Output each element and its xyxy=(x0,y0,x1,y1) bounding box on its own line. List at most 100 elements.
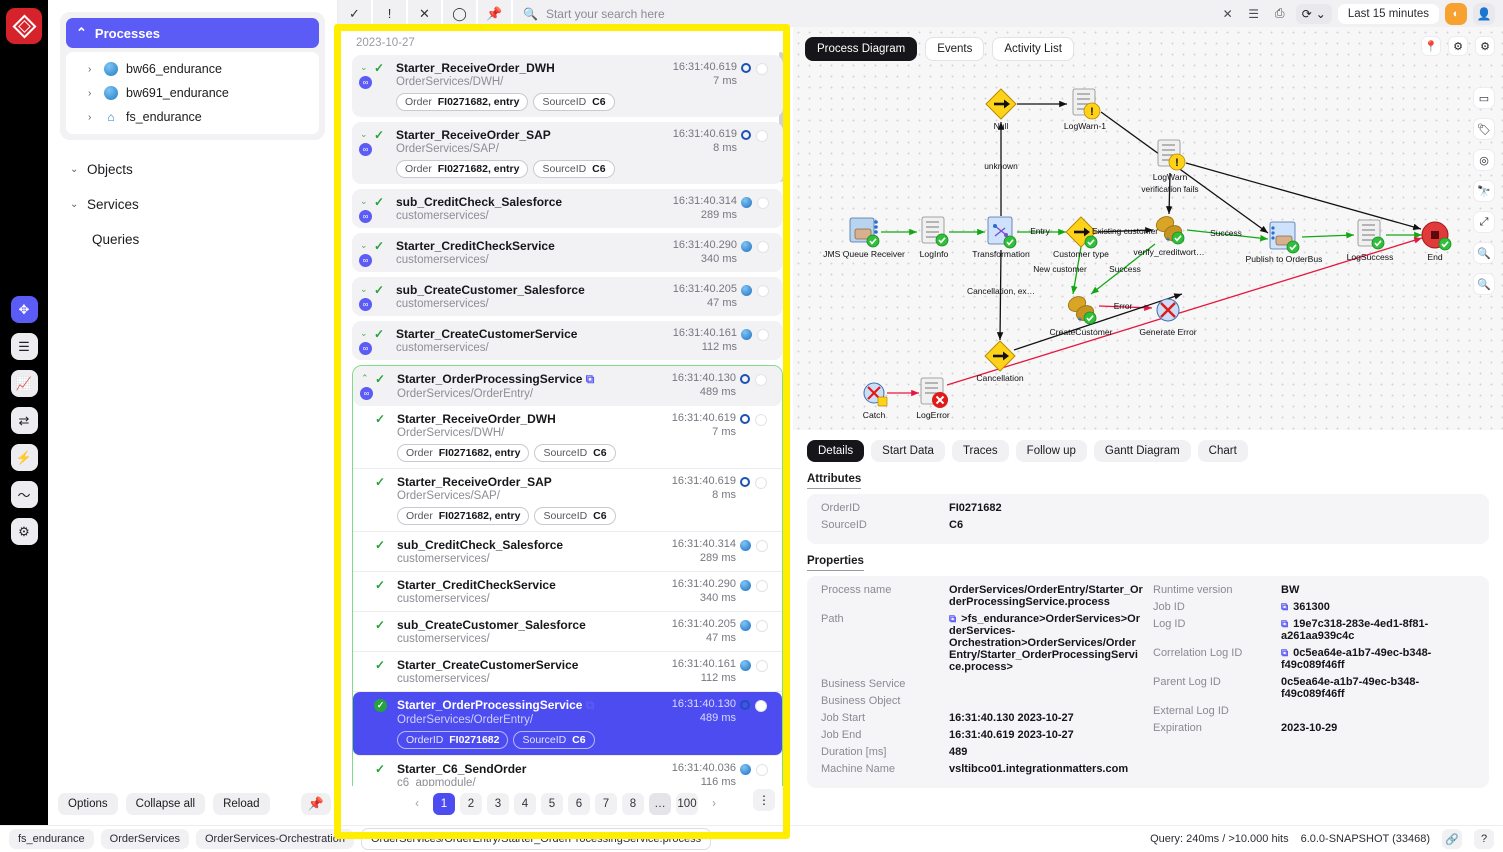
status-dot-blue[interactable] xyxy=(740,700,750,710)
sidebar-item-fs_endurance[interactable]: › ⌂ fs_endurance xyxy=(66,105,319,129)
tab-details[interactable]: Details xyxy=(807,440,865,462)
time-range-selector[interactable]: Last 15 minutes xyxy=(1337,3,1439,24)
chevron-down-icon[interactable]: ⌄ xyxy=(360,196,368,207)
chevron-up-icon[interactable]: ⌃ xyxy=(361,373,369,384)
breadcrumb-current[interactable]: OrderServices/OrderEntry/Starter_OrderPr… xyxy=(360,828,712,850)
event-title[interactable]: Starter_OrderProcessingService ⧉ xyxy=(397,372,672,387)
status-dot-bw[interactable] xyxy=(740,580,751,591)
status-dot-white[interactable] xyxy=(755,477,767,489)
diagram-tab-events[interactable]: Events xyxy=(925,37,985,61)
export-icon[interactable]: ⎙ xyxy=(1270,4,1290,24)
group-header[interactable]: ⌃ ∞ ✓ Starter_OrderProcessingService ⧉ Order… xyxy=(353,366,782,406)
sidebar-item-bw66_endurance[interactable]: › bw66_endurance xyxy=(66,57,319,81)
help-icon[interactable]: ? xyxy=(1474,829,1494,849)
warning-filter-icon[interactable]: ! xyxy=(373,0,408,27)
status-dot-white[interactable] xyxy=(755,700,767,712)
link-icon[interactable]: ∞ xyxy=(359,143,372,156)
event-title[interactable]: Starter_CreateCustomerService xyxy=(396,327,673,341)
event-title[interactable]: Starter_ReceiveOrder_SAP xyxy=(396,128,673,142)
chevron-down-icon[interactable]: ⌄ xyxy=(360,284,368,295)
diagram-node-null[interactable]: Null xyxy=(994,121,1009,131)
link-icon[interactable]: ∞ xyxy=(359,342,372,355)
status-dot-bw[interactable] xyxy=(741,197,752,208)
diagram-node-loginfo[interactable]: LogInfo xyxy=(920,249,949,259)
panel-icon[interactable]: ▭ xyxy=(1473,87,1495,109)
search-input[interactable] xyxy=(545,6,783,21)
list-item[interactable]: ⌄ ∞ ✓ Starter_CreditCheckService customerser… xyxy=(352,233,783,272)
rail-health-icon[interactable]: 〜 xyxy=(10,481,38,508)
clear-icon[interactable]: ✕ xyxy=(1218,4,1238,24)
status-dot-white[interactable] xyxy=(757,329,769,341)
pagination-page-8[interactable]: 8 xyxy=(622,793,644,815)
diagram-node-logwarn[interactable]: LogWarn xyxy=(1153,172,1188,182)
diagram-node-publish[interactable]: Publish to OrderBus xyxy=(1246,254,1323,264)
status-dot-white[interactable] xyxy=(756,130,768,142)
link-icon[interactable]: ∞ xyxy=(359,210,372,223)
link-icon[interactable]: ∞ xyxy=(359,254,372,267)
zoom-in-icon[interactable]: 🔍 xyxy=(1473,242,1495,264)
event-title[interactable]: Starter_ReceiveOrder_SAP xyxy=(397,475,672,489)
diagram-node-cancellation[interactable]: Cancellation xyxy=(976,373,1023,383)
target-icon[interactable]: ◎ xyxy=(1473,149,1495,171)
rail-events-icon[interactable]: ⚡ xyxy=(10,444,38,471)
diagram-node-logerror[interactable]: LogError xyxy=(916,410,949,420)
status-dot-white[interactable] xyxy=(756,63,768,75)
tag[interactable]: Order FI0271682, entry xyxy=(396,160,529,178)
alert-badge[interactable]: ◐ xyxy=(1445,2,1467,25)
unpin-icon[interactable]: 📌 xyxy=(300,793,331,815)
chevron-down-icon[interactable]: ⌄ xyxy=(360,62,368,73)
status-dot-bw[interactable] xyxy=(741,285,752,296)
tag-icon[interactable]: 🏷 xyxy=(1473,118,1495,140)
tab-chart[interactable]: Chart xyxy=(1197,440,1248,462)
list-view-icon[interactable]: ☰ xyxy=(1244,4,1264,24)
list-item[interactable]: ⌄ ∞ ✓ sub_CreditCheck_Salesforce customerser… xyxy=(352,189,783,228)
pagination-page-3[interactable]: 3 xyxy=(487,793,509,815)
list-item[interactable]: ✓ Starter_CreateCustomerService customerse… xyxy=(353,652,782,692)
rail-list-icon[interactable]: ☰ xyxy=(10,333,38,360)
sidebar-item-queries[interactable]: Queries xyxy=(48,222,337,257)
rail-analytics-icon[interactable]: 📈 xyxy=(10,370,38,397)
pagination-page-100[interactable]: 100 xyxy=(676,793,698,815)
sidebar-section-objects[interactable]: ⌄ Objects xyxy=(48,152,337,187)
tag[interactable]: Order FI0271682, entry xyxy=(397,507,530,525)
pagination-page-1[interactable]: 1 xyxy=(433,793,455,815)
list-item-selected[interactable]: ✓ Starter_OrderProcessingService ⧉ OrderSe… xyxy=(353,692,782,756)
rail-settings-icon[interactable]: ⚙ xyxy=(10,518,38,545)
tag[interactable]: Order FI0271682, entry xyxy=(397,444,530,462)
diagram-node-catch[interactable]: Catch xyxy=(863,410,885,420)
event-title[interactable]: Starter_ReceiveOrder_DWH xyxy=(397,412,672,426)
list-item[interactable]: ✓ Starter_ReceiveOrder_SAP OrderServices/S… xyxy=(353,469,782,532)
diagram-node-jms[interactable]: JMS Queue Receiver xyxy=(823,249,905,259)
event-title[interactable]: Starter_CreditCheckService xyxy=(397,578,672,592)
pagination-kebab-icon[interactable]: ⋮ xyxy=(753,789,775,811)
status-dot-blue[interactable] xyxy=(741,130,751,140)
event-title[interactable]: sub_CreditCheck_Salesforce xyxy=(397,538,672,552)
list-item[interactable]: ⌄ ∞ ✓ sub_CreateCustomer_Salesforce customer… xyxy=(352,277,783,316)
chevron-down-icon[interactable]: ⌄ xyxy=(360,129,368,140)
sidebar-item-bw691_endurance[interactable]: › bw691_endurance xyxy=(66,81,319,105)
status-dot-white[interactable] xyxy=(755,374,767,386)
status-dot-white[interactable] xyxy=(756,764,768,776)
diagram-node-generror[interactable]: Generate Error xyxy=(1139,327,1196,337)
breadcrumb-item[interactable]: OrderServices xyxy=(100,829,189,849)
list-item[interactable]: ✓ Starter_C6_SendOrder c6_appmodule/16:31:… xyxy=(353,756,782,786)
collapse-all-button[interactable]: Collapse all xyxy=(125,793,206,815)
tab-gantt-diagram[interactable]: Gantt Diagram xyxy=(1093,440,1191,462)
status-dot-bw[interactable] xyxy=(740,620,751,631)
options-button[interactable]: Options xyxy=(58,793,118,815)
tab-traces[interactable]: Traces xyxy=(951,440,1009,462)
list-item[interactable]: ✓ Starter_ReceiveOrder_DWH OrderServices/D… xyxy=(353,406,782,469)
link-icon[interactable]: ∞ xyxy=(360,387,373,400)
status-dot-blue[interactable] xyxy=(740,414,750,424)
event-title[interactable]: Starter_ReceiveOrder_DWH xyxy=(396,61,673,75)
status-dot-bw[interactable] xyxy=(740,764,751,775)
fit-icon[interactable]: ⤢ xyxy=(1473,211,1495,233)
link-icon[interactable]: 🔗 xyxy=(1442,829,1462,849)
event-title[interactable]: sub_CreditCheck_Salesforce xyxy=(396,195,673,209)
status-dot-white[interactable] xyxy=(756,580,768,592)
user-avatar-icon[interactable]: 👤 xyxy=(1473,2,1495,25)
copy-icon[interactable]: ⧉ xyxy=(586,372,595,386)
pagination-page-2[interactable]: 2 xyxy=(460,793,482,815)
pagination-prev[interactable]: ‹ xyxy=(406,793,428,815)
pagination-page-5[interactable]: 5 xyxy=(541,793,563,815)
